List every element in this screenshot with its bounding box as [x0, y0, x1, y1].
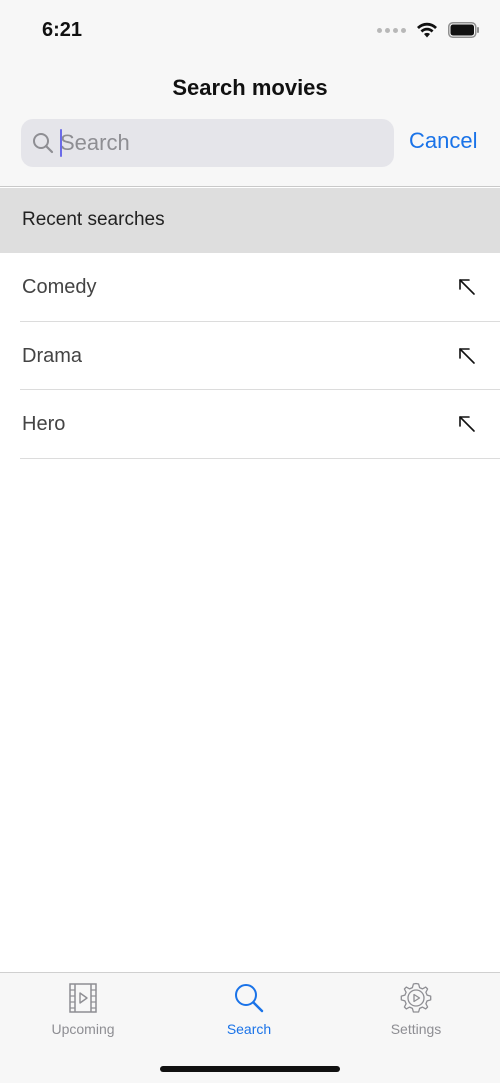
recent-item-label: Hero — [22, 413, 66, 435]
tab-label: Settings — [390, 1021, 442, 1037]
tab-search[interactable]: Search — [166, 981, 332, 1043]
tab-settings[interactable]: Settings — [333, 981, 499, 1043]
battery-icon — [448, 22, 479, 38]
page-title: Search movies — [172, 75, 328, 100]
search-bar[interactable] — [21, 119, 394, 167]
tab-label: Search — [226, 1021, 272, 1037]
tab-label: Upcoming — [51, 1021, 115, 1037]
home-indicator[interactable] — [160, 1066, 340, 1072]
list-item[interactable]: Hero — [0, 390, 500, 459]
search-icon — [33, 133, 54, 154]
status-bar: 6:21 — [0, 0, 500, 62]
tab-upcoming[interactable]: Upcoming — [0, 981, 166, 1043]
arrow-up-left-icon[interactable] — [457, 414, 477, 434]
arrow-up-left-icon[interactable] — [457, 277, 477, 297]
recent-searches-header: Recent searches — [0, 188, 500, 253]
arrow-up-left-icon[interactable] — [457, 346, 477, 366]
status-icons — [377, 22, 480, 38]
cancel-button[interactable]: Cancel — [409, 128, 477, 154]
text-caret — [60, 129, 62, 157]
search-icon — [235, 984, 264, 1013]
search-input[interactable] — [60, 119, 380, 167]
recent-item-label: Drama — [22, 344, 83, 367]
signal-dots-icon — [377, 27, 406, 33]
recent-searches-list: Comedy Drama Hero — [0, 253, 500, 459]
status-time: 6:21 — [42, 19, 83, 41]
header: Search movies Cancel — [0, 62, 500, 187]
list-item[interactable]: Comedy — [0, 253, 500, 322]
film-play-icon — [69, 983, 97, 1013]
wifi-icon — [417, 22, 437, 38]
gear-play-icon — [400, 982, 432, 1013]
section-title: Recent searches — [22, 209, 165, 230]
recent-item-label: Comedy — [22, 276, 97, 298]
list-item[interactable]: Drama — [0, 322, 500, 391]
